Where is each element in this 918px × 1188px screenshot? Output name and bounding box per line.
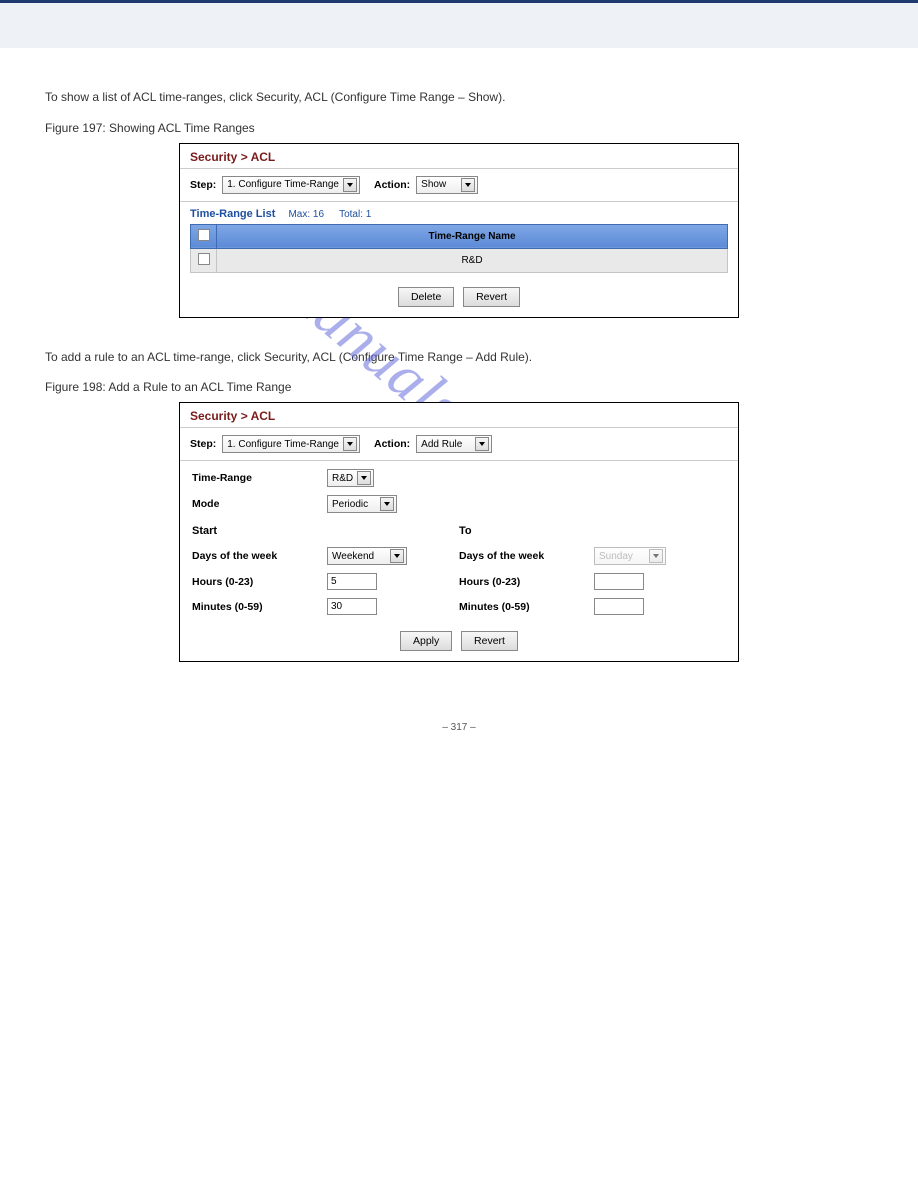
step-label: Step: — [190, 179, 216, 191]
col-name-header: Time-Range Name — [217, 224, 728, 248]
start-to-columns: Start Days of the week Weekend Hours (0-… — [192, 525, 726, 623]
time-range-value: R&D — [332, 473, 353, 484]
chevron-down-icon — [390, 549, 404, 563]
row-checkbox-cell[interactable] — [191, 248, 217, 272]
chevron-down-icon — [343, 437, 357, 451]
revert-button-2[interactable]: Revert — [461, 631, 518, 651]
action-label: Action: — [374, 179, 410, 191]
form-body: Time-Range R&D Mode Periodic Start Days … — [180, 461, 738, 625]
list-title: Time-Range List — [190, 208, 275, 220]
page-content: manualshive.com To show a list of ACL ti… — [0, 48, 918, 793]
action-select-value-2: Add Rule — [421, 439, 471, 450]
checkbox-icon — [198, 229, 210, 241]
time-range-select[interactable]: R&D — [327, 469, 374, 487]
button-row-2: Apply Revert — [180, 625, 738, 661]
mode-label: Mode — [192, 498, 327, 510]
figure-caption-1: Figure 197: Showing ACL Time Ranges — [45, 121, 873, 135]
time-range-row: Time-Range R&D — [192, 469, 726, 487]
chevron-down-icon — [357, 471, 371, 485]
revert-button[interactable]: Revert — [463, 287, 520, 307]
table-row: R&D — [191, 248, 728, 272]
row-name-cell: R&D — [217, 248, 728, 272]
delete-button[interactable]: Delete — [398, 287, 454, 307]
chevron-down-icon — [461, 178, 475, 192]
to-dow-value: Sunday — [599, 551, 645, 562]
mode-row: Mode Periodic — [192, 495, 726, 513]
start-min-input[interactable] — [327, 598, 377, 615]
to-min-row: Minutes (0-59) — [459, 598, 726, 615]
start-dow-value: Weekend — [332, 551, 386, 562]
time-range-label: Time-Range — [192, 472, 327, 484]
action-label-2: Action: — [374, 438, 410, 450]
step-select[interactable]: 1. Configure Time-Range — [222, 176, 360, 194]
checkbox-icon — [198, 253, 210, 265]
button-row-1: Delete Revert — [180, 281, 738, 317]
start-dow-select[interactable]: Weekend — [327, 547, 407, 565]
step-select-2[interactable]: 1. Configure Time-Range — [222, 435, 360, 453]
list-header: Time-Range List Max: 16 Total: 1 — [180, 202, 738, 224]
action-select-value: Show — [421, 179, 457, 190]
to-dow-label: Days of the week — [459, 550, 594, 562]
start-min-row: Minutes (0-59) — [192, 598, 459, 615]
to-title: To — [459, 525, 726, 537]
apply-button[interactable]: Apply — [400, 631, 452, 651]
start-hours-label: Hours (0-23) — [192, 576, 327, 588]
to-hours-label: Hours (0-23) — [459, 576, 594, 588]
chevron-down-icon — [649, 549, 663, 563]
step-select-value-2: 1. Configure Time-Range — [227, 439, 339, 450]
time-range-table: Time-Range Name R&D — [190, 224, 728, 273]
breadcrumb-2: Security > ACL — [180, 403, 738, 428]
to-dow-row: Days of the week Sunday — [459, 547, 726, 565]
header-band — [0, 0, 918, 48]
step-select-value: 1. Configure Time-Range — [227, 179, 339, 190]
list-max: Max: 16 — [288, 209, 324, 220]
toolbar-2: Step: 1. Configure Time-Range Action: Ad… — [180, 428, 738, 461]
start-min-label: Minutes (0-59) — [192, 601, 327, 613]
mode-value: Periodic — [332, 499, 376, 510]
chevron-down-icon — [380, 497, 394, 511]
start-hours-input[interactable] — [327, 573, 377, 590]
start-hours-row: Hours (0-23) — [192, 573, 459, 590]
page-number: – 317 – — [45, 722, 873, 733]
screenshot-time-range-list: Security > ACL Step: 1. Configure Time-R… — [179, 143, 739, 318]
to-min-label: Minutes (0-59) — [459, 601, 594, 613]
start-column: Start Days of the week Weekend Hours (0-… — [192, 525, 459, 623]
chevron-down-icon — [475, 437, 489, 451]
action-select[interactable]: Show — [416, 176, 478, 194]
action-select-2[interactable]: Add Rule — [416, 435, 492, 453]
screenshot-add-rule: Security > ACL Step: 1. Configure Time-R… — [179, 402, 739, 662]
mode-select[interactable]: Periodic — [327, 495, 397, 513]
chevron-down-icon — [343, 178, 357, 192]
start-dow-label: Days of the week — [192, 550, 327, 562]
instruction-para-1: To show a list of ACL time-ranges, click… — [45, 88, 873, 107]
start-title: Start — [192, 525, 459, 537]
to-hours-row: Hours (0-23) — [459, 573, 726, 590]
breadcrumb-1: Security > ACL — [180, 144, 738, 169]
toolbar-1: Step: 1. Configure Time-Range Action: Sh… — [180, 169, 738, 202]
start-dow-row: Days of the week Weekend — [192, 547, 459, 565]
instruction-para-2: To add a rule to an ACL time-range, clic… — [45, 348, 873, 367]
select-all-header[interactable] — [191, 224, 217, 248]
to-dow-select[interactable]: Sunday — [594, 547, 666, 565]
to-column: To Days of the week Sunday Hours (0-23) … — [459, 525, 726, 623]
to-min-input[interactable] — [594, 598, 644, 615]
list-total: Total: 1 — [339, 209, 371, 220]
step-label-2: Step: — [190, 438, 216, 450]
to-hours-input[interactable] — [594, 573, 644, 590]
figure-caption-2: Figure 198: Add a Rule to an ACL Time Ra… — [45, 380, 873, 394]
table-header-row: Time-Range Name — [191, 224, 728, 248]
